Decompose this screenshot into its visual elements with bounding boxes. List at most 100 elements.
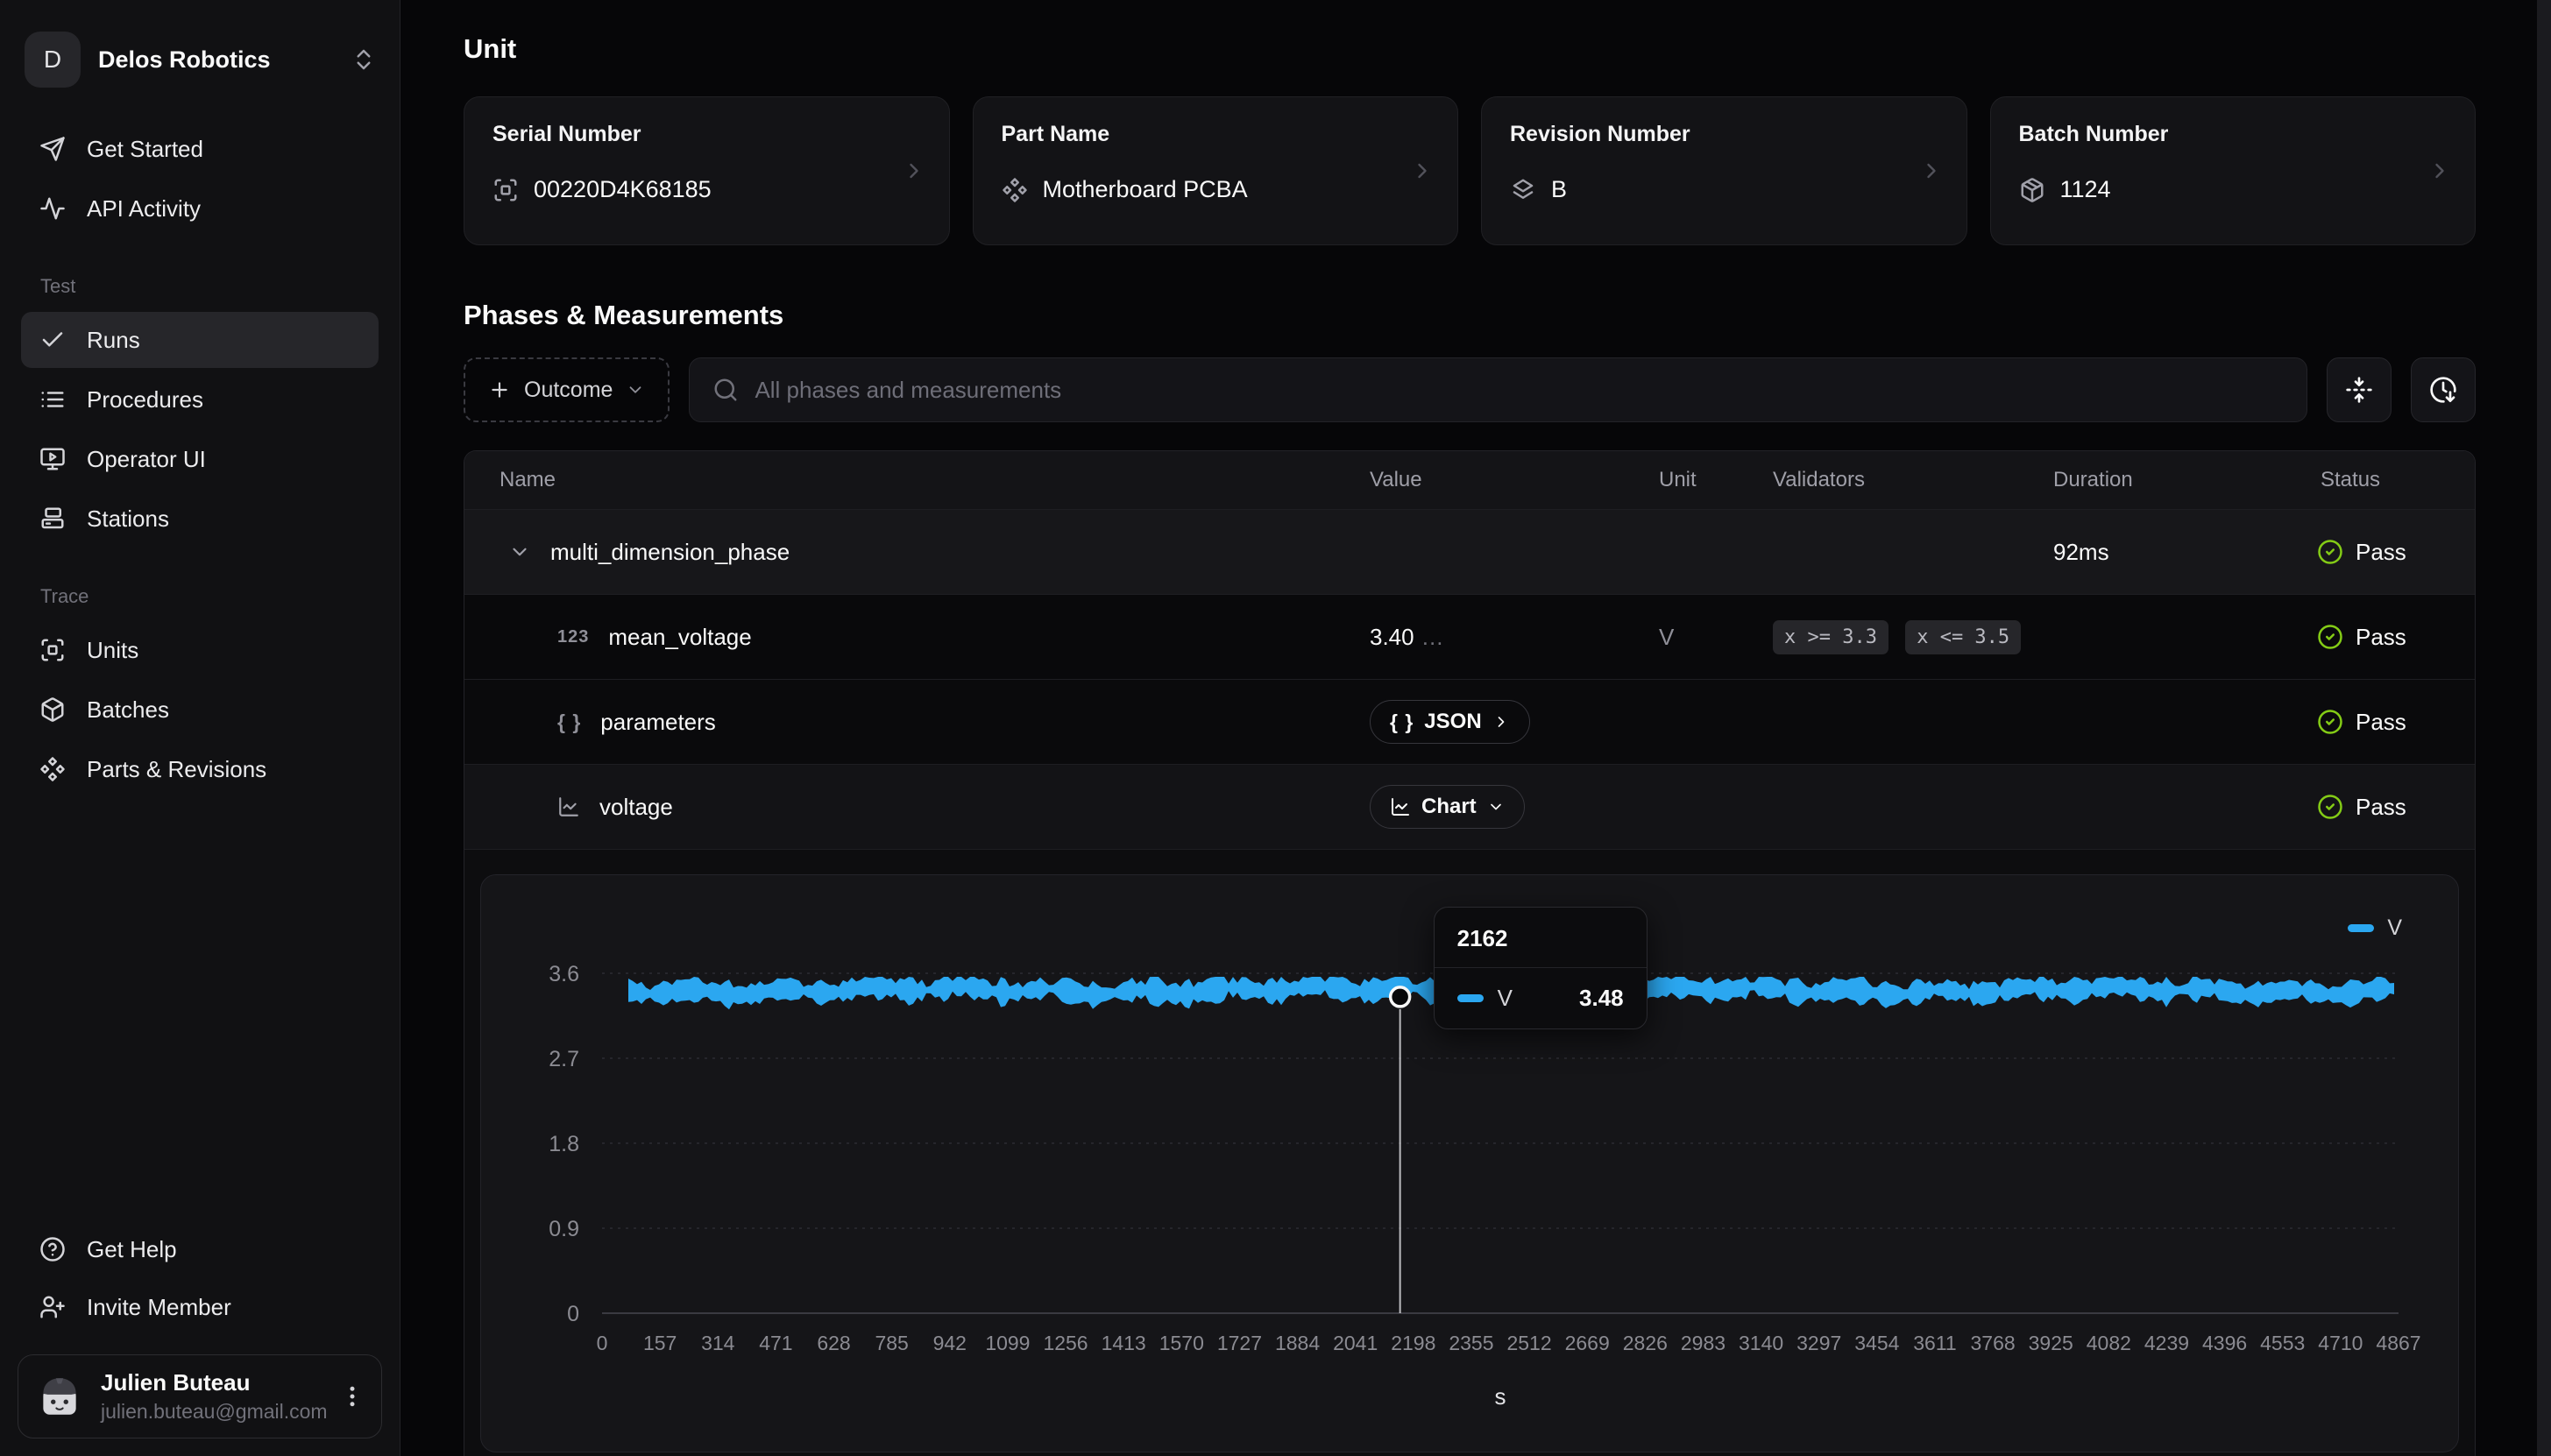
search-box[interactable] [689, 357, 2307, 422]
svg-text:3297: 3297 [1796, 1332, 1841, 1354]
card-value-text: B [1551, 176, 1567, 203]
circle-check-icon [2317, 794, 2343, 820]
layers-icon [1510, 177, 1536, 203]
sidebar-item-runs[interactable]: Runs [21, 312, 379, 368]
circle-check-icon [2317, 539, 2343, 565]
sidebar-item-get-started[interactable]: Get Started [0, 121, 400, 177]
sidebar-item-operator-ui[interactable]: Operator UI [0, 431, 400, 487]
svg-text:3768: 3768 [1971, 1332, 2016, 1354]
legend-series-label: V [2387, 915, 2402, 941]
outcome-filter-button[interactable]: Outcome [464, 357, 670, 422]
package-icon [2019, 177, 2045, 203]
user-avatar [34, 1371, 85, 1422]
circle-check-icon [2317, 709, 2343, 735]
table-row-parameters[interactable]: { } parameters { } JSON Pass [464, 679, 2475, 764]
chevron-down-icon[interactable] [508, 541, 531, 563]
validator-badge: x <= 3.5 [1905, 620, 2021, 654]
sidebar-item-procedures[interactable]: Procedures [0, 371, 400, 428]
chevron-right-icon [1492, 713, 1510, 731]
svg-text:2669: 2669 [1565, 1332, 1610, 1354]
svg-text:0: 0 [567, 1302, 579, 1326]
card-value-text: Motherboard PCBA [1043, 176, 1248, 203]
sidebar-item-batches[interactable]: Batches [0, 682, 400, 738]
sidebar-section-trace: Trace [40, 585, 400, 608]
card-part-name[interactable]: Part Name Motherboard PCBA [973, 96, 1459, 245]
history-button[interactable] [2411, 357, 2476, 422]
status-label: Pass [2356, 709, 2406, 736]
user-name: Julien Buteau [101, 1369, 323, 1396]
measurement-name: voltage [599, 794, 673, 821]
phase-name: multi_dimension_phase [550, 539, 790, 566]
sidebar: D Delos Robotics Get Started API Activit… [0, 0, 400, 1456]
svg-text:4396: 4396 [2202, 1332, 2247, 1354]
user-menu[interactable]: Julien Buteau julien.buteau@gmail.com [18, 1354, 382, 1438]
card-batch-number[interactable]: Batch Number 1124 [1990, 96, 2477, 245]
sidebar-item-units[interactable]: Units [0, 622, 400, 678]
svg-text:4710: 4710 [2318, 1332, 2363, 1354]
sidebar-section-test: Test [40, 275, 400, 298]
svg-text:3.6: 3.6 [549, 962, 579, 986]
svg-text:628: 628 [817, 1332, 850, 1354]
tooltip-series-label: V [1498, 985, 1513, 1012]
search-icon [712, 377, 739, 403]
unit-cards: Serial Number 00220D4K68185 Part Name Mo… [464, 96, 2476, 245]
measurement-name: mean_voltage [608, 624, 751, 651]
component-icon [1002, 177, 1028, 203]
component-icon [39, 756, 66, 782]
measurement-value: 3.40… [1359, 624, 1648, 651]
chevrons-up-down-icon[interactable] [351, 46, 377, 73]
measurement-unit: V [1648, 624, 1762, 651]
org-switcher[interactable]: D Delos Robotics [25, 32, 377, 88]
card-revision-number[interactable]: Revision Number B [1481, 96, 1967, 245]
sidebar-item-label: Invite Member [87, 1294, 231, 1321]
tooltip-series-swatch [1457, 994, 1484, 1002]
page-title: Unit [464, 33, 2476, 65]
sidebar-item-get-help[interactable]: Get Help [0, 1221, 400, 1277]
sidebar-footer: Get Help Invite Member Julien Buteau jul… [0, 1219, 400, 1438]
chevron-down-icon [1487, 798, 1505, 816]
org-name: Delos Robotics [98, 46, 333, 74]
legend-series-swatch [2348, 924, 2374, 932]
table-row-mean-voltage[interactable]: 123 mean_voltage 3.40… V x >= 3.3 x <= 3… [464, 594, 2475, 679]
search-input[interactable] [755, 377, 2284, 404]
sidebar-item-api-activity[interactable]: API Activity [0, 180, 400, 237]
validators-cell: x >= 3.3 x <= 3.5 [1762, 620, 2043, 654]
page-scrollbar[interactable] [2537, 0, 2551, 1456]
voltage-chart-card[interactable]: 00.91.82.73.6015731447162878594210991256… [480, 874, 2459, 1452]
svg-text:3140: 3140 [1739, 1332, 1783, 1354]
phase-duration: 92ms [2043, 539, 2310, 566]
circle-check-icon [2317, 624, 2343, 650]
svg-text:3454: 3454 [1854, 1332, 1899, 1354]
sidebar-item-invite-member[interactable]: Invite Member [0, 1279, 400, 1335]
sidebar-item-parts-revisions[interactable]: Parts & Revisions [0, 741, 400, 797]
json-pill-button[interactable]: { } JSON [1370, 700, 1530, 744]
send-icon [39, 136, 66, 162]
svg-text:3925: 3925 [2029, 1332, 2073, 1354]
svg-text:s: s [1495, 1383, 1506, 1410]
org-avatar: D [25, 32, 81, 88]
sidebar-item-stations[interactable]: Stations [0, 491, 400, 547]
chart-tooltip: 2162 V 3.48 [1434, 907, 1648, 1029]
svg-text:471: 471 [759, 1332, 792, 1354]
chevron-right-icon [1410, 159, 1435, 183]
voltage-chart-expansion: 00.91.82.73.6015731447162878594210991256… [464, 849, 2475, 1456]
sidebar-item-label: Get Started [87, 136, 203, 163]
chevron-right-icon [1919, 159, 1944, 183]
activity-icon [39, 195, 66, 222]
table-row-phase[interactable]: multi_dimension_phase 92ms Pass [464, 509, 2475, 594]
plus-icon [488, 378, 511, 401]
sidebar-item-label: Runs [87, 327, 140, 354]
svg-text:1.8: 1.8 [549, 1132, 579, 1156]
svg-text:1256: 1256 [1043, 1332, 1088, 1354]
table-row-voltage[interactable]: voltage Chart Pass [464, 764, 2475, 849]
collapse-all-button[interactable] [2327, 357, 2392, 422]
svg-text:314: 314 [701, 1332, 735, 1354]
sidebar-item-label: Units [87, 637, 138, 664]
svg-text:2983: 2983 [1681, 1332, 1725, 1354]
card-serial-number[interactable]: Serial Number 00220D4K68185 [464, 96, 950, 245]
col-header-validators: Validators [1762, 468, 2043, 492]
status-label: Pass [2356, 539, 2406, 566]
svg-text:0.9: 0.9 [549, 1217, 579, 1241]
chart-pill-button[interactable]: Chart [1370, 785, 1525, 829]
more-vertical-icon[interactable] [339, 1383, 365, 1410]
